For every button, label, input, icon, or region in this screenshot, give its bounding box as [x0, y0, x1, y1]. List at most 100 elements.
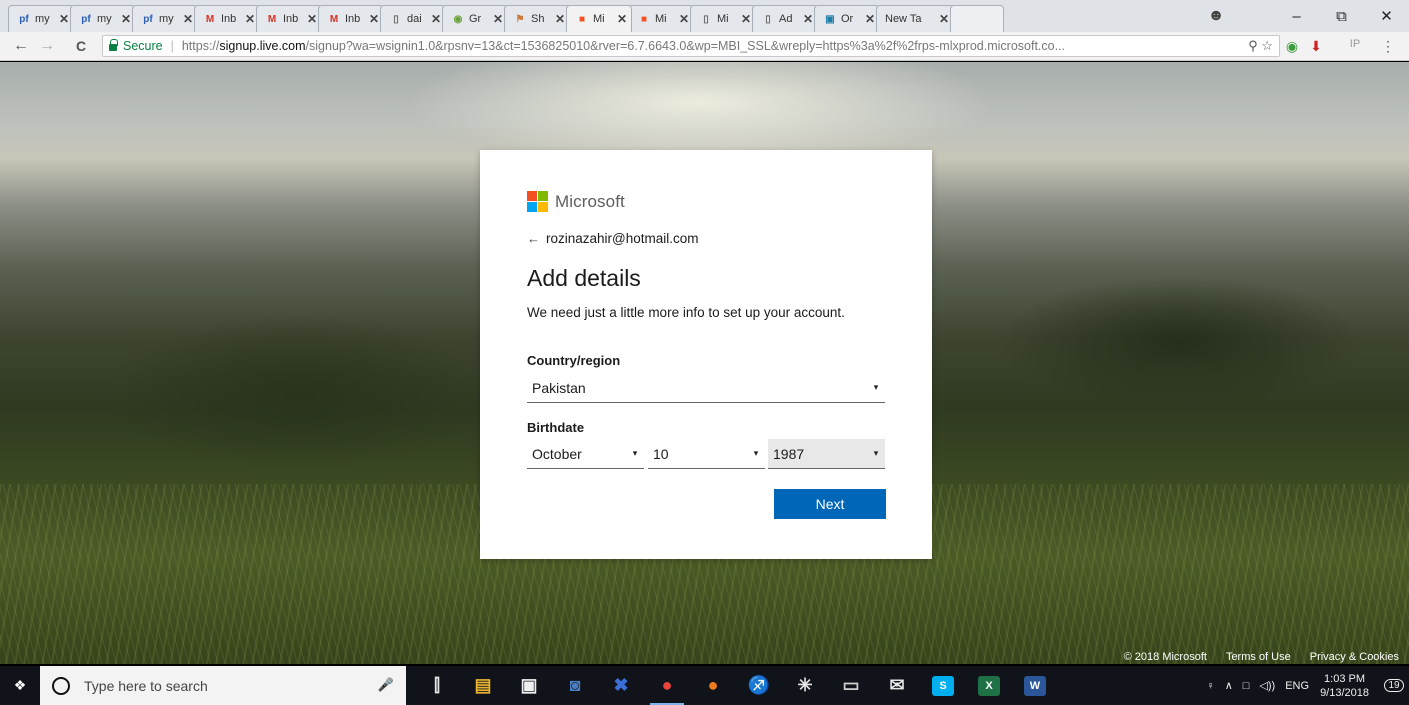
tab-close-icon[interactable]: ✕: [939, 12, 949, 26]
maximize-button[interactable]: ⧉: [1319, 8, 1364, 25]
key-icon[interactable]: ⚲: [1248, 38, 1258, 53]
tab-close-icon[interactable]: ✕: [183, 12, 193, 26]
store-glyph: ▣: [520, 675, 538, 695]
browser-tab[interactable]: pf my ✕: [8, 5, 74, 32]
mail-glyph: ✉: [889, 675, 905, 695]
browser-tab[interactable]: M Inb ✕: [194, 5, 260, 32]
tab-title: Inb: [345, 13, 361, 25]
tab-title: Mi: [593, 13, 605, 25]
browser-tab[interactable]: pf my ✕: [70, 5, 136, 32]
close-window-button[interactable]: ✕: [1364, 7, 1409, 25]
browser-tab[interactable]: ▯ dai ✕: [380, 5, 446, 32]
tab-close-icon[interactable]: ✕: [369, 12, 379, 26]
browser-tab[interactable]: M Inb ✕: [256, 5, 322, 32]
microsoft-logo: Microsoft: [527, 191, 625, 212]
browser-tab[interactable]: ⚑ Sh ✕: [504, 5, 570, 32]
tab-close-icon[interactable]: ✕: [121, 12, 131, 26]
browser-tab[interactable]: ◉ Gr ✕: [442, 5, 508, 32]
page-description: We need just a little more info to set u…: [527, 305, 845, 320]
tab-close-icon[interactable]: ✕: [431, 12, 441, 26]
tab-close-icon[interactable]: ✕: [679, 12, 689, 26]
gmail-icon: M: [329, 13, 339, 25]
minimize-button[interactable]: –: [1274, 8, 1319, 25]
browser-tab[interactable]: ■ Mi ✕: [628, 5, 694, 32]
store-icon[interactable]: ▣: [506, 666, 552, 705]
browser-tab[interactable]: ▣ Or ✕: [814, 5, 880, 32]
tab-close-icon[interactable]: ✕: [741, 12, 751, 26]
word-icon[interactable]: W: [1012, 666, 1058, 705]
word-glyph: W: [1024, 675, 1046, 696]
forward-button[interactable]: →: [36, 36, 58, 56]
profile-icon[interactable]: ☻: [1206, 6, 1226, 26]
app-x-glyph: ✖: [613, 675, 629, 695]
back-button[interactable]: ←: [10, 36, 32, 56]
address-bar[interactable]: Secure | https://signup.live.com/signup?…: [102, 35, 1280, 57]
logo-square-red: [527, 191, 537, 201]
app-icon: ▣: [825, 13, 835, 25]
reload-button[interactable]: C: [70, 36, 92, 56]
tab-title: New Ta: [885, 13, 922, 25]
people-icon[interactable]: ♀: [1206, 680, 1214, 692]
menu-dots-icon[interactable]: ⋮: [1378, 38, 1398, 55]
browser-toolbar: ← → C Secure | https://signup.live.com/s…: [0, 32, 1409, 61]
tab-close-icon[interactable]: ✕: [865, 12, 875, 26]
snipping-icon[interactable]: ✳: [782, 666, 828, 705]
stocks-icon[interactable]: ♐: [736, 666, 782, 705]
windows-start-icon[interactable]: ❖: [0, 666, 40, 705]
country-select[interactable]: Pakistan ▾: [527, 373, 885, 403]
browser-tab[interactable]: ▯ Ad ✕: [752, 5, 818, 32]
tab-close-icon[interactable]: ✕: [493, 12, 503, 26]
excel-glyph: X: [978, 675, 1000, 696]
taskbar-search-box[interactable]: Type here to search 🎤: [40, 666, 406, 705]
task-view-icon[interactable]: ⫿: [414, 666, 460, 705]
browser-tab[interactable]: New Ta ✕: [876, 5, 954, 32]
network-icon[interactable]: ◙: [552, 666, 598, 705]
mail-icon[interactable]: ✉: [874, 666, 920, 705]
birth-month-select[interactable]: October ▾: [527, 439, 644, 469]
language-indicator[interactable]: ENG: [1285, 680, 1309, 692]
tab-title: my: [159, 13, 174, 25]
browser-tab[interactable]: ■ Mi ✕: [566, 5, 632, 32]
clock[interactable]: 1:03 PM 9/13/2018: [1320, 672, 1369, 700]
back-arrow-icon[interactable]: ←: [527, 231, 540, 246]
notification-center-icon[interactable]: 19: [1379, 666, 1409, 705]
extension-globe-icon[interactable]: ◉: [1282, 38, 1302, 55]
browser-tab[interactable]: ▯ Mi ✕: [690, 5, 756, 32]
tab-close-icon[interactable]: ✕: [555, 12, 565, 26]
extension-ip-icon[interactable]: IP: [1345, 38, 1365, 50]
terms-link[interactable]: Terms of Use: [1226, 651, 1291, 663]
extension-download-icon[interactable]: ⬇: [1306, 38, 1326, 55]
chevron-down-icon: ▾: [873, 382, 879, 392]
browser-tab[interactable]: pf my ✕: [132, 5, 198, 32]
volume-icon[interactable]: ◁)): [1259, 679, 1275, 692]
tab-close-icon[interactable]: ✕: [245, 12, 255, 26]
network-tray-icon[interactable]: □: [1243, 680, 1250, 692]
app-x-icon[interactable]: ✖: [598, 666, 644, 705]
firefox-icon[interactable]: ●: [690, 666, 736, 705]
tab-close-icon[interactable]: ✕: [803, 12, 813, 26]
microphone-icon[interactable]: 🎤: [378, 677, 394, 693]
chrome-icon[interactable]: ●: [644, 666, 690, 705]
birthdate-label: Birthdate: [527, 420, 585, 435]
birth-day-select[interactable]: 10 ▾: [648, 439, 765, 469]
tab-title: Mi: [655, 13, 667, 25]
omnibox-actions: ⚲ ☆: [1248, 38, 1273, 54]
file-explorer-icon[interactable]: ▤: [460, 666, 506, 705]
identity-banner[interactable]: ← rozinazahir@hotmail.com: [527, 231, 699, 246]
next-button[interactable]: Next: [774, 489, 886, 519]
birth-year-select[interactable]: 1987 ▾: [768, 439, 885, 469]
skype-icon[interactable]: S: [920, 666, 966, 705]
bookmark-star-icon[interactable]: ☆: [1261, 38, 1273, 53]
browser-tab[interactable]: M Inb ✕: [318, 5, 384, 32]
privacy-link[interactable]: Privacy & Cookies: [1310, 651, 1399, 663]
signup-card: Microsoft ← rozinazahir@hotmail.com Add …: [480, 150, 932, 559]
country-value: Pakistan: [532, 379, 586, 396]
chevron-down-icon: ▾: [873, 448, 879, 458]
new-tab-button[interactable]: [950, 5, 1004, 32]
terminal-icon[interactable]: ▭: [828, 666, 874, 705]
tray-chevron-icon[interactable]: ∧: [1225, 679, 1233, 692]
tab-close-icon[interactable]: ✕: [307, 12, 317, 26]
tab-close-icon[interactable]: ✕: [617, 12, 627, 26]
excel-icon[interactable]: X: [966, 666, 1012, 705]
tab-close-icon[interactable]: ✕: [59, 12, 69, 26]
